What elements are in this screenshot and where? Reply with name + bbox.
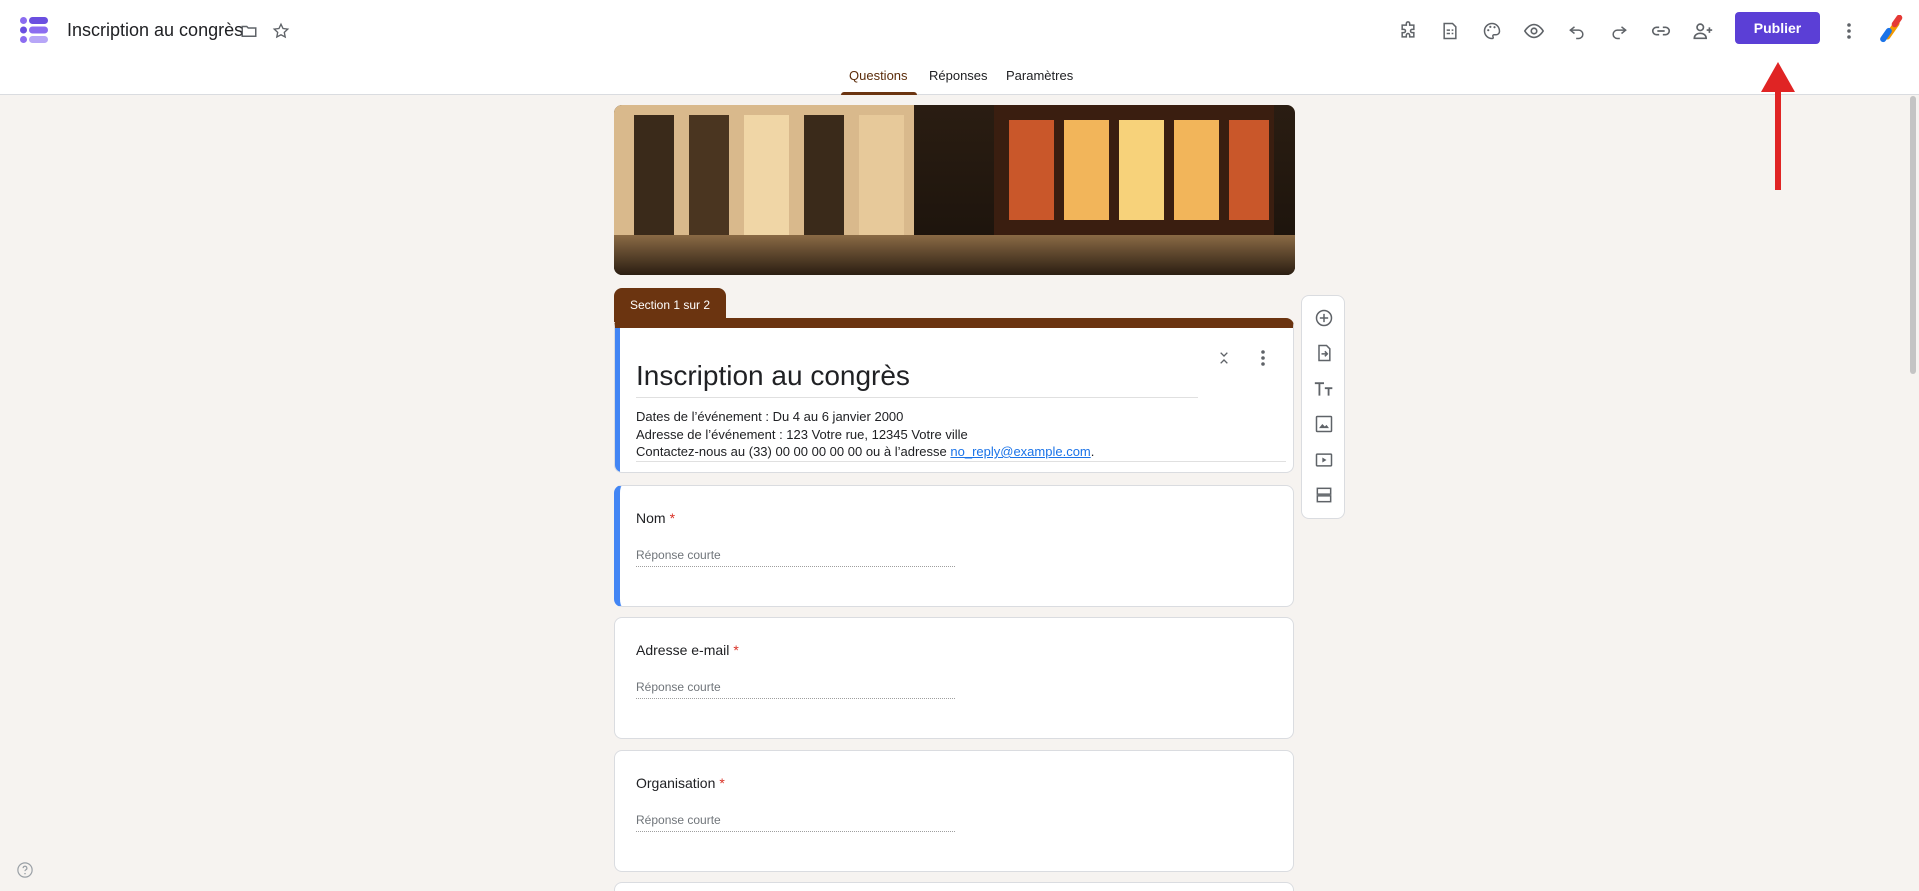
question-card-email[interactable]: Adresse e-mail * Réponse courte [614,617,1294,739]
app-brand-logo-icon[interactable] [1876,15,1906,45]
tab-questions[interactable]: Questions [849,68,908,83]
add-question-icon[interactable] [1311,305,1337,331]
palette-icon[interactable] [1477,16,1507,46]
description-contact-text: Contactez-nous au (33) 00 00 00 00 00 ou… [636,444,951,459]
add-video-icon[interactable] [1311,447,1337,473]
question-label: Adresse e-mail * [636,642,739,658]
header-banner-image [614,105,1295,275]
form-title[interactable]: Inscription au congrès [636,360,910,392]
short-answer-placeholder: Réponse courte [636,813,721,827]
answer-underline [636,698,955,699]
form-header-card[interactable]: Inscription au congrès Dates de l’événem… [614,318,1294,473]
form-description[interactable]: Dates de l’événement : Du 4 au 6 janvier… [636,408,1094,461]
tab-responses[interactable]: Réponses [929,68,988,83]
more-options-icon[interactable] [1834,16,1864,46]
required-mark: * [669,510,676,526]
active-tab-indicator [841,92,917,95]
question-label-text: Organisation [636,775,716,791]
description-dates: Dates de l’événement : Du 4 au 6 janvier… [636,409,904,424]
page-scrollbar[interactable] [1910,96,1916,374]
redo-icon[interactable] [1604,16,1634,46]
preview-icon[interactable] [1519,16,1549,46]
form-responses-icon[interactable] [1435,16,1465,46]
addon-icon[interactable] [1393,16,1423,46]
section-indicator: Section 1 sur 2 [614,288,726,322]
required-mark: * [733,642,739,658]
annotation-arrow-icon [1761,62,1795,190]
question-card-name[interactable]: Nom * Réponse courte [614,485,1294,607]
question-label-text: Nom [636,510,666,526]
answer-underline [636,566,955,567]
undo-icon[interactable] [1562,16,1592,46]
description-address: Adresse de l’événement : 123 Votre rue, … [636,426,968,442]
add-collaborator-icon[interactable] [1688,16,1718,46]
question-label-text: Adresse e-mail [636,642,730,658]
description-underline [636,461,1286,462]
section-more-options-icon[interactable] [1251,346,1275,370]
question-card-organisation[interactable]: Organisation * Réponse courte [614,750,1294,872]
short-answer-placeholder: Réponse courte [636,680,721,694]
forms-logo-icon[interactable] [18,14,50,46]
form-tabs: Questions Réponses Paramètres [0,60,1919,95]
description-contact-suffix: . [1090,444,1095,459]
question-label: Organisation * [636,775,725,791]
required-mark: * [719,775,725,791]
import-questions-icon[interactable] [1311,340,1337,366]
tab-settings[interactable]: Paramètres [1006,68,1073,83]
document-title[interactable]: Inscription au congrès [67,20,243,41]
publish-button[interactable]: Publier [1735,12,1820,44]
description-contact: Contactez-nous au (33) 00 00 00 00 00 ou… [636,443,1094,461]
add-section-icon[interactable] [1311,482,1337,508]
question-label: Nom * [636,510,675,526]
answer-underline [636,831,955,832]
collapse-section-icon[interactable] [1212,346,1236,370]
add-title-icon[interactable] [1311,376,1337,402]
short-answer-placeholder: Réponse courte [636,548,721,562]
star-icon[interactable] [270,20,292,42]
active-card-indicator [615,328,620,472]
contact-email-link[interactable]: no_reply@example.com [950,444,1090,459]
link-icon[interactable] [1646,16,1676,46]
add-image-icon[interactable] [1311,411,1337,437]
next-question-card[interactable] [614,882,1294,891]
help-icon[interactable] [15,860,35,880]
folder-icon[interactable] [238,20,260,42]
floating-toolbar [1301,295,1345,519]
top-bar: Inscription au congrès Publier Questions… [0,0,1919,95]
title-underline [636,397,1198,398]
